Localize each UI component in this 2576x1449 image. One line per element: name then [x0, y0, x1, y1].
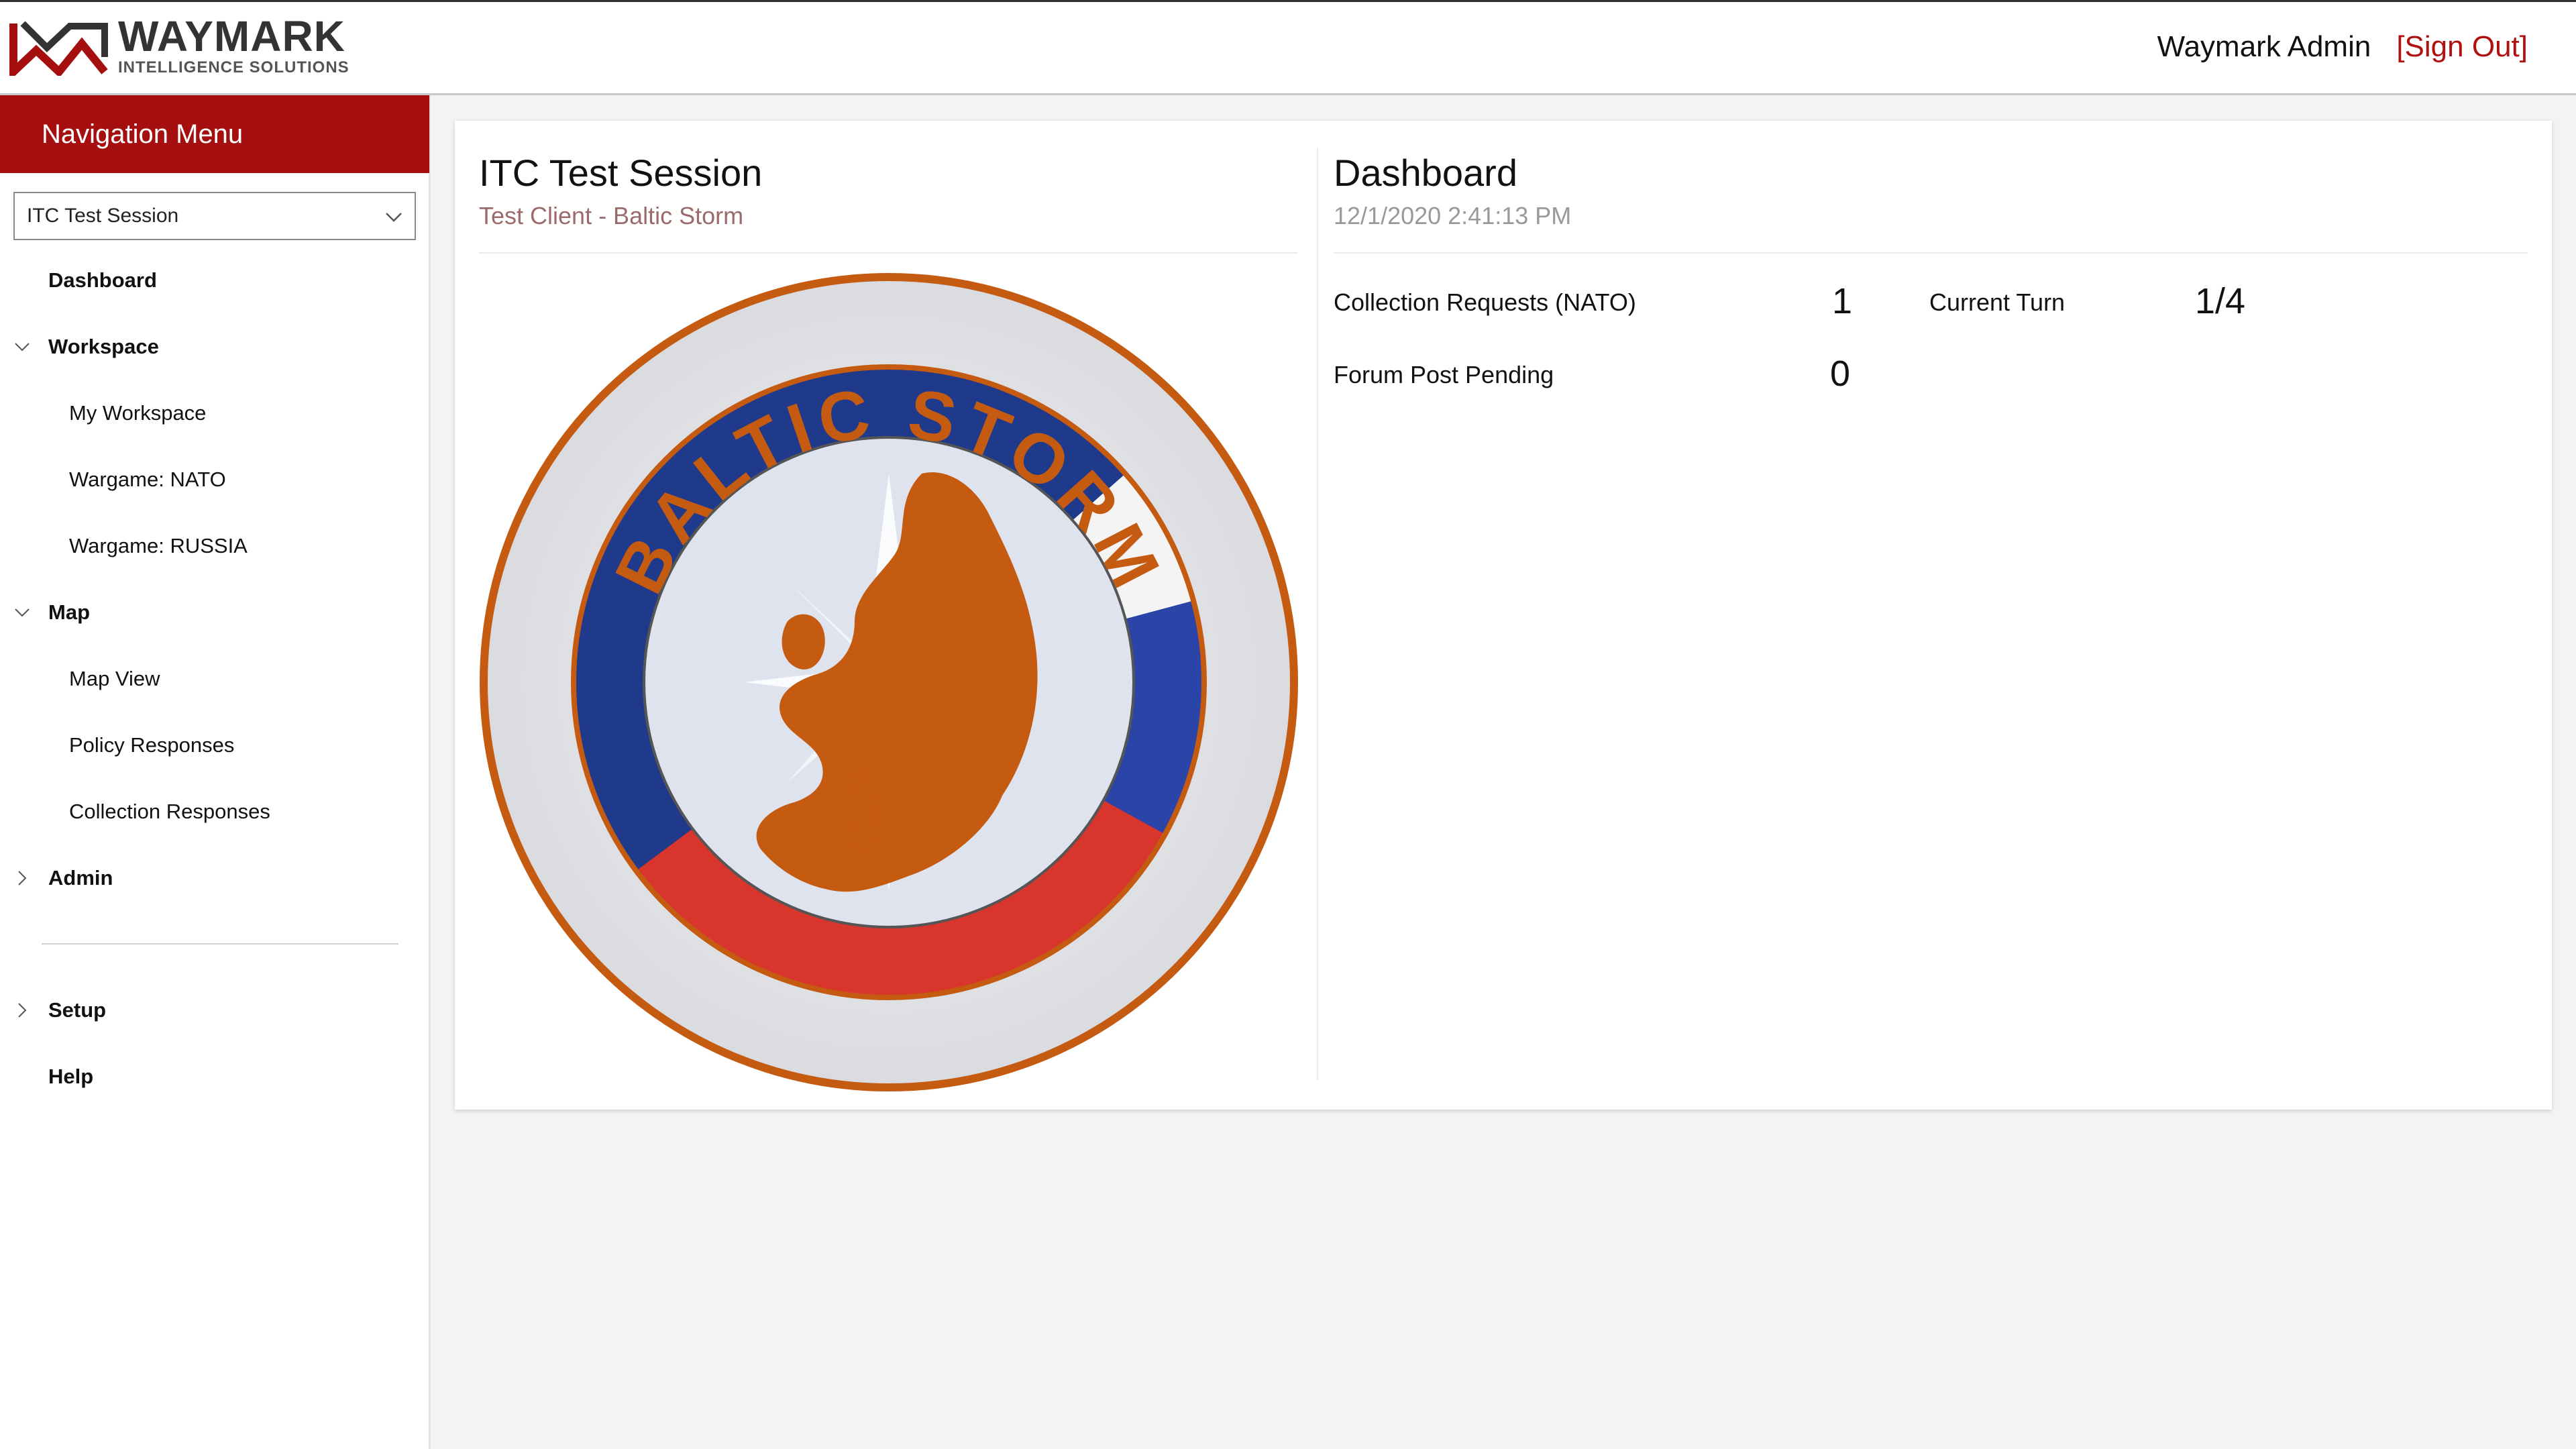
dashboard-timestamp: 12/1/2020 2:41:13 PM [1334, 202, 1572, 229]
top-bar: WAYMARK INTELLIGENCE SOLUTIONS Waymark A… [0, 0, 2576, 95]
nav-item-admin[interactable]: Admin [0, 845, 429, 911]
chevron-right-icon[interactable] [13, 1002, 31, 1019]
brand-subtitle: INTELLIGENCE SOLUTIONS [118, 58, 350, 76]
nav-item-wargame-nato[interactable]: Wargame: NATO [0, 446, 429, 513]
nav-item-label: Setup [48, 998, 107, 1022]
main-card: ITC Test Session Test Client - Baltic St… [455, 121, 2552, 1110]
nav-item-wargame-russia[interactable]: Wargame: RUSSIA [0, 513, 429, 579]
nav-menu-title: Navigation Menu [0, 95, 429, 173]
chevron-down-icon[interactable] [13, 338, 31, 356]
nav-item-label: Map View [69, 667, 160, 690]
session-select[interactable]: ITC Test Session [13, 192, 416, 240]
nav-item-label: Wargame: NATO [69, 468, 226, 491]
chevron-down-icon[interactable] [13, 604, 31, 621]
stat-label-forum-post-pending: Forum Post Pending [1334, 361, 1554, 388]
nav-item-map-view[interactable]: Map View [0, 645, 429, 712]
nav-item-label: Workspace [48, 335, 159, 358]
baltic-storm-emblem: BALTIC STORM [480, 273, 1298, 1091]
nav-item-label: My Workspace [69, 401, 207, 425]
nav-list: Dashboard Workspace My Workspace Wargame… [0, 247, 429, 1110]
waymark-logo[interactable]: WAYMARK INTELLIGENCE SOLUTIONS [9, 15, 350, 77]
column-divider [1317, 148, 1318, 1080]
session-panel: ITC Test Session Test Client - Baltic St… [479, 148, 1298, 1095]
nav-item-setup[interactable]: Setup [0, 977, 429, 1043]
nav-item-workspace[interactable]: Workspace [0, 313, 429, 380]
sidebar: Navigation Menu ITC Test Session Dashboa… [0, 95, 431, 1449]
nav-divider [0, 943, 429, 945]
session-select-value: ITC Test Session [27, 205, 179, 227]
nav-item-policy-responses[interactable]: Policy Responses [0, 712, 429, 778]
nav-item-label: Map [48, 600, 90, 624]
dashboard-panel: Dashboard 12/1/2020 2:41:13 PM Collectio… [1334, 148, 2528, 448]
session-subtitle: Test Client - Baltic Storm [479, 202, 744, 229]
stat-label-current-turn: Current Turn [1929, 288, 2065, 316]
brand-name: WAYMARK [118, 12, 345, 60]
dashboard-title: Dashboard [1334, 152, 1517, 194]
divider [479, 252, 1297, 254]
session-title: ITC Test Session [479, 152, 763, 194]
nav-item-label: Collection Responses [69, 800, 270, 823]
stat-label-collection-requests: Collection Requests (NATO) [1334, 288, 1636, 316]
user-name: Waymark Admin [2157, 30, 2371, 63]
stat-value-current-turn: 1/4 [2195, 281, 2246, 321]
nav-item-label: Policy Responses [69, 733, 235, 757]
nav-item-label: Admin [48, 866, 113, 890]
nav-item-map[interactable]: Map [0, 579, 429, 645]
waymark-logo-mark-icon [9, 21, 108, 76]
nav-item-label: Wargame: RUSSIA [69, 534, 248, 557]
nav-item-dashboard[interactable]: Dashboard [0, 247, 429, 313]
nav-item-collection-responses[interactable]: Collection Responses [0, 778, 429, 845]
divider [1334, 252, 2528, 254]
user-area: Waymark Admin [Sign Out] [2157, 30, 2528, 64]
nav-item-label: Help [48, 1065, 94, 1088]
sign-out-link[interactable]: [Sign Out] [2396, 30, 2528, 64]
nav-item-my-workspace[interactable]: My Workspace [0, 380, 429, 446]
chevron-down-icon [386, 213, 402, 222]
chevron-right-icon[interactable] [13, 869, 31, 887]
stat-value-collection-requests: 1 [1832, 281, 1853, 321]
nav-item-label: Dashboard [48, 268, 157, 292]
stats-grid: Collection Requests (NATO) 1 Forum Post … [1334, 274, 2528, 448]
nav-item-help[interactable]: Help [0, 1043, 429, 1110]
stat-value-forum-post-pending: 0 [1830, 354, 1851, 394]
